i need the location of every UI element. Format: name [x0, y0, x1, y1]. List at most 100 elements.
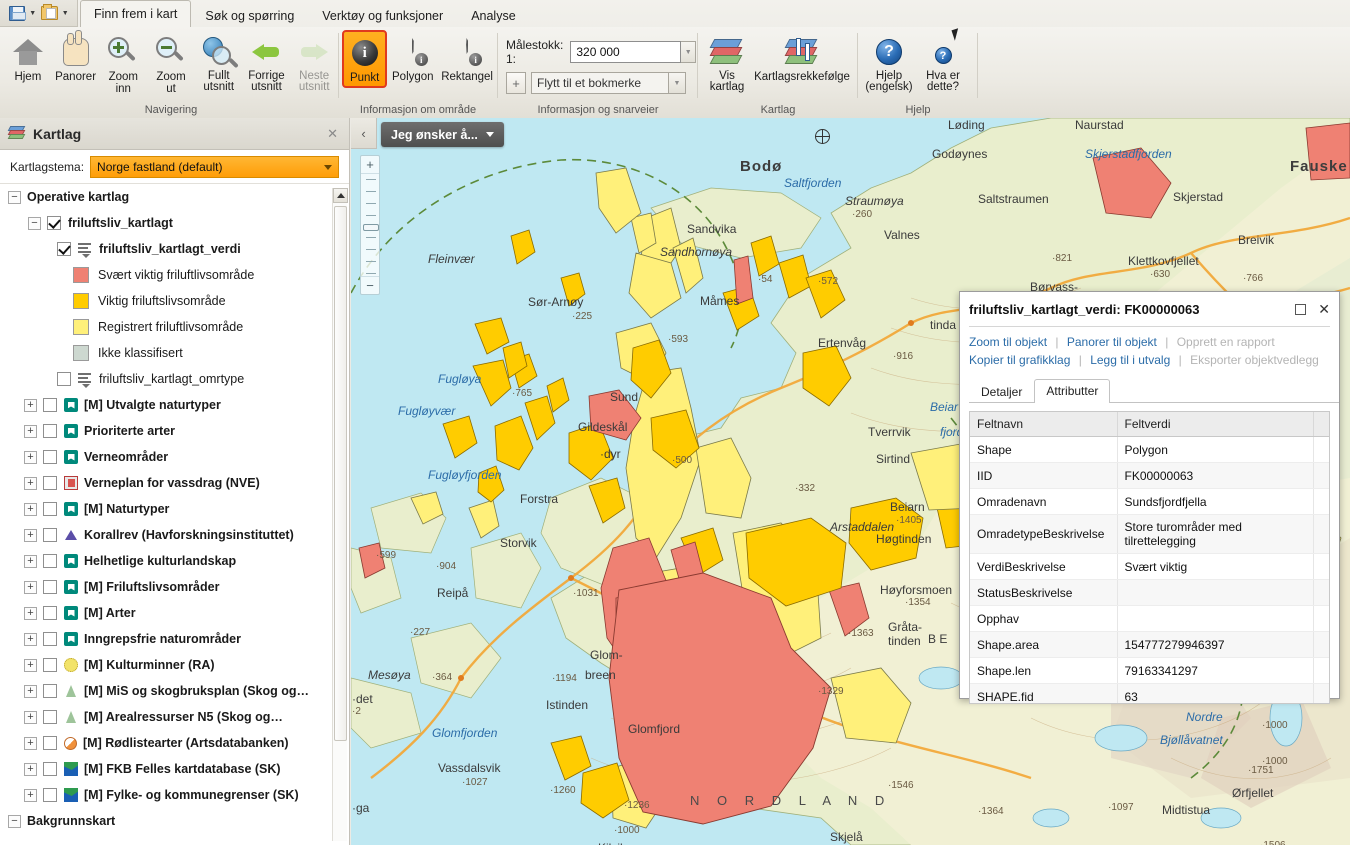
tree-node-layer[interactable]: + [M] Naturtyper: [0, 496, 349, 522]
tree-node-layer[interactable]: + Verneområder: [0, 444, 349, 470]
expand-toggle[interactable]: +: [24, 788, 37, 802]
scale-dropdown-arrow[interactable]: ▼: [681, 41, 696, 63]
expand-toggle[interactable]: +: [24, 502, 37, 516]
tab-analyse[interactable]: Analyse: [457, 3, 529, 27]
bookmark-dropdown-arrow[interactable]: ▼: [669, 72, 686, 94]
layer-checkbox[interactable]: [43, 762, 57, 776]
ribbon-button-kartlagsrekkefolge[interactable]: Kartlagsrekkefølge: [750, 30, 854, 86]
ribbon-button-fullt-utsnitt[interactable]: Fullt utsnitt: [195, 30, 243, 96]
table-row[interactable]: SHAPE.fid 63: [970, 683, 1329, 703]
sidebar-scrollbar[interactable]: [332, 188, 348, 841]
theme-select[interactable]: Norge fastland (default): [90, 155, 339, 178]
expand-toggle[interactable]: +: [24, 424, 37, 438]
add-bookmark-button[interactable]: +: [506, 72, 526, 94]
tree-node-operative-kartlag[interactable]: − Operative kartlag: [0, 184, 349, 210]
save-button[interactable]: [6, 3, 27, 24]
table-row[interactable]: VerdiBeskrivelse Svært viktig: [970, 553, 1329, 580]
ribbon-button-rektangel[interactable]: i Rektangel: [438, 30, 496, 86]
layer-checkbox[interactable]: [43, 710, 57, 724]
tree-node-layer[interactable]: + [M] FKB Felles kartdatabase (SK): [0, 756, 349, 782]
tree-node-layer[interactable]: + Helhetlige kulturlandskap: [0, 548, 349, 574]
tree-node-layer[interactable]: + [M] Arter: [0, 600, 349, 626]
ribbon-button-neste-utsnitt[interactable]: Neste utsnitt: [290, 30, 338, 96]
expand-toggle[interactable]: +: [24, 736, 37, 750]
scale-input[interactable]: 320 000: [570, 41, 682, 63]
expand-toggle[interactable]: +: [24, 762, 37, 776]
tab-finn-frem-i-kart[interactable]: Finn frem i kart: [80, 0, 192, 27]
open-dropdown-arrow[interactable]: ▼: [60, 3, 71, 24]
ribbon-button-forrige-utsnitt[interactable]: Forrige utsnitt: [243, 30, 291, 96]
tree-node-friluftsliv-kartlagt-verdi[interactable]: friluftsliv_kartlagt_verdi: [0, 236, 349, 262]
table-row[interactable]: Shape.area 154777279946397: [970, 631, 1329, 658]
collapse-toggle[interactable]: −: [28, 216, 41, 230]
layer-checkbox[interactable]: [43, 528, 57, 542]
link-panorer-til-objekt[interactable]: Panorer til objekt: [1067, 335, 1157, 349]
expand-toggle[interactable]: +: [24, 554, 37, 568]
expand-toggle[interactable]: +: [24, 580, 37, 594]
close-icon[interactable]: ✕: [1318, 301, 1330, 318]
tree-node-layer[interactable]: + [M] MiS og skogbruksplan (Skog og…: [0, 678, 349, 704]
layer-checkbox[interactable]: [43, 788, 57, 802]
tree-node-layer[interactable]: + [M] Kulturminner (RA): [0, 652, 349, 678]
layer-checkbox[interactable]: [43, 424, 57, 438]
tree-node-layer[interactable]: + [M] Friluftslivsområder: [0, 574, 349, 600]
tree-node-friluftsliv-kartlagt[interactable]: − friluftsliv_kartlagt: [0, 210, 349, 236]
ribbon-button-hjelp[interactable]: ? Hjelp (engelsk): [862, 30, 916, 96]
ribbon-button-punkt[interactable]: i Punkt: [342, 30, 388, 88]
link-legg-til-i-utvalg[interactable]: Legg til i utvalg: [1090, 353, 1170, 367]
tree-node-layer[interactable]: + [M] Utvalgte naturtyper: [0, 392, 349, 418]
expand-toggle[interactable]: +: [24, 528, 37, 542]
expand-toggle[interactable]: +: [24, 398, 37, 412]
ribbon-button-zoom-ut[interactable]: Zoom ut: [147, 30, 195, 98]
open-button[interactable]: [39, 3, 60, 24]
layer-checkbox[interactable]: [43, 398, 57, 412]
link-kopier-til-grafikklag[interactable]: Kopier til grafikklag: [969, 353, 1070, 367]
tree-node-friluftsliv-kartlagt-omrtype[interactable]: friluftsliv_kartlagt_omrtype: [0, 366, 349, 392]
tree-node-layer[interactable]: + Verneplan for vassdrag (NVE): [0, 470, 349, 496]
layer-checkbox[interactable]: [43, 580, 57, 594]
tab-sok-og-sporring[interactable]: Søk og spørring: [191, 3, 308, 27]
layer-checkbox[interactable]: [43, 554, 57, 568]
table-row[interactable]: Shape Polygon: [970, 436, 1329, 463]
maximize-icon[interactable]: [1295, 303, 1307, 315]
ribbon-button-polygon[interactable]: i Polygon: [387, 30, 438, 86]
layer-checkbox[interactable]: [43, 684, 57, 698]
layer-checkbox[interactable]: [43, 476, 57, 490]
ribbon-button-hva-er-dette[interactable]: ? Hva er dette?: [916, 28, 970, 96]
expand-toggle[interactable]: +: [24, 710, 37, 724]
table-row[interactable]: OmradetypeBeskrivelse Store turområder me…: [970, 514, 1329, 554]
zoom-slider[interactable]: + −: [360, 155, 380, 295]
expand-toggle[interactable]: +: [24, 450, 37, 464]
tree-node-layer[interactable]: + [M] Fylke- og kommunegrenser (SK): [0, 782, 349, 808]
table-row[interactable]: StatusBeskrivelse: [970, 579, 1329, 606]
scrollbar-thumb[interactable]: [334, 206, 347, 741]
sublayer-checkbox[interactable]: [57, 242, 71, 256]
expand-toggle[interactable]: +: [24, 476, 37, 490]
expand-toggle[interactable]: +: [24, 632, 37, 646]
expand-toggle[interactable]: +: [24, 684, 37, 698]
layer-checkbox[interactable]: [47, 216, 61, 230]
zoom-out-button[interactable]: −: [361, 276, 379, 294]
save-dropdown-arrow[interactable]: ▼: [27, 3, 38, 24]
layer-checkbox[interactable]: [43, 658, 57, 672]
ribbon-button-panorer[interactable]: Panorer: [52, 30, 100, 86]
link-zoom-til-objekt[interactable]: Zoom til objekt: [969, 335, 1047, 349]
layer-checkbox[interactable]: [43, 450, 57, 464]
layer-checkbox[interactable]: [43, 632, 57, 646]
tree-node-layer[interactable]: + Prioriterte arter: [0, 418, 349, 444]
sublayer-checkbox[interactable]: [57, 372, 71, 386]
tree-node-layer[interactable]: + [M] Arealressurser N5 (Skog og…: [0, 704, 349, 730]
zoom-in-button[interactable]: +: [361, 156, 379, 174]
tree-node-layer[interactable]: + Inngrepsfrie naturområder: [0, 626, 349, 652]
sidebar-collapse-button[interactable]: ‹: [351, 118, 377, 149]
scroll-up-arrow-icon[interactable]: [333, 188, 348, 203]
table-row[interactable]: Shape.len 79163341297: [970, 657, 1329, 684]
collapse-toggle[interactable]: −: [8, 190, 21, 204]
ribbon-button-zoom-inn[interactable]: Zoom inn: [99, 30, 147, 98]
tab-verktoy-og-funksjoner[interactable]: Verktøy og funksjoner: [308, 3, 457, 27]
layer-checkbox[interactable]: [43, 502, 57, 516]
zoom-slider-handle[interactable]: [363, 224, 379, 231]
collapse-toggle[interactable]: −: [8, 814, 21, 828]
sidebar-close-icon[interactable]: ✕: [324, 126, 341, 142]
wish-menu-button[interactable]: Jeg ønsker å...: [381, 122, 504, 147]
